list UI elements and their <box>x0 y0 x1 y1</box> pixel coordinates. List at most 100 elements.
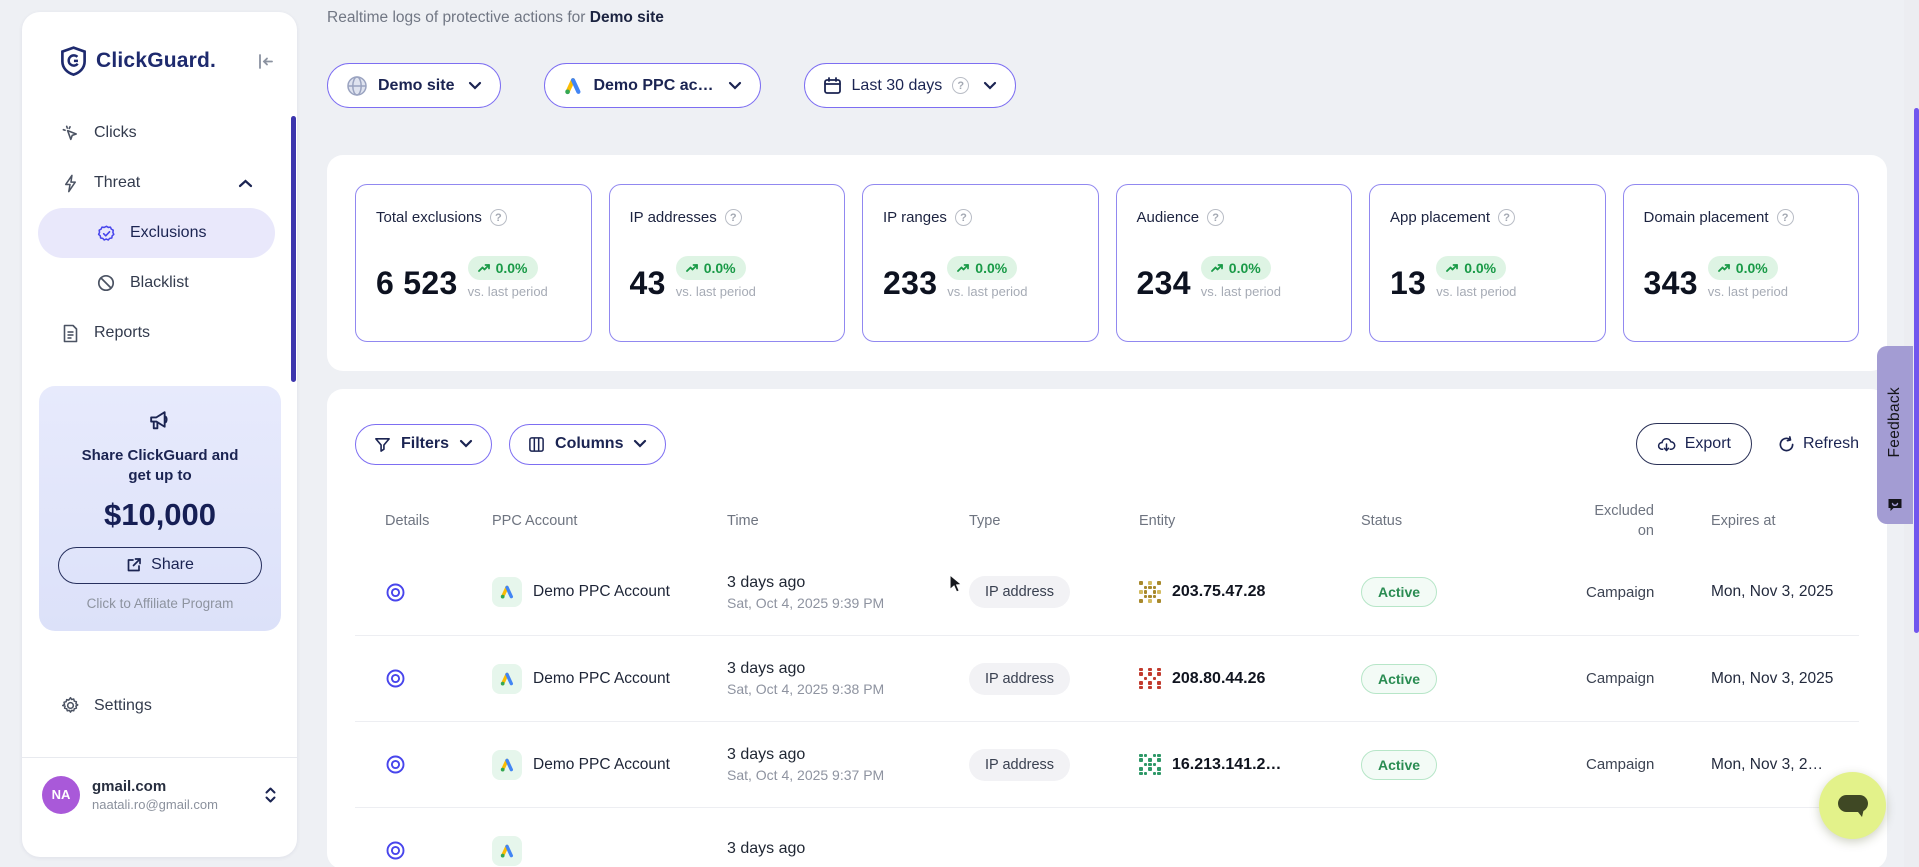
ppc-account-selector[interactable]: Demo PPC ac… <box>544 63 760 108</box>
share-button-label: Share <box>151 556 194 574</box>
help-icon[interactable]: ? <box>1777 209 1794 226</box>
gear-icon <box>60 696 80 715</box>
stat-card: IP ranges ? 233 0.0% vs. last period <box>862 184 1099 342</box>
stat-title: App placement <box>1390 209 1490 226</box>
stats-section: Total exclusions ? 6 523 0.0% vs. last p… <box>327 155 1887 371</box>
sidebar-item-label: Clicks <box>94 124 137 142</box>
help-icon[interactable]: ? <box>955 209 972 226</box>
stat-card: Total exclusions ? 6 523 0.0% vs. last p… <box>355 184 592 342</box>
lightning-icon <box>60 174 80 193</box>
clickguard-logo-icon <box>60 46 87 76</box>
columns-button[interactable]: Columns <box>509 424 666 465</box>
stat-title: IP addresses <box>630 209 717 226</box>
excluded-on-value: Campaign <box>1586 670 1706 687</box>
sidebar-item-threat[interactable]: Threat <box>22 158 281 208</box>
stat-delta-value: 0.0% <box>496 260 528 276</box>
google-ads-icon <box>492 750 522 780</box>
entity-value: 203.75.47.28 <box>1172 583 1265 601</box>
filters-button[interactable]: Filters <box>355 424 492 465</box>
sidebar-scrollbar-thumb[interactable] <box>291 116 296 382</box>
google-ads-icon <box>492 836 522 866</box>
date-range-label: Last 30 days <box>852 77 943 95</box>
stat-card: Audience ? 234 0.0% vs. last period <box>1116 184 1353 342</box>
eye-icon[interactable] <box>385 840 406 861</box>
eye-icon[interactable] <box>385 582 406 603</box>
excluded-on-value: Campaign <box>1586 756 1706 773</box>
stat-caption: vs. last period <box>468 284 548 299</box>
site-selector-label: Demo site <box>378 77 454 95</box>
stat-value: 43 <box>630 267 666 299</box>
stat-delta-badge: 0.0% <box>1201 256 1271 280</box>
sidebar-item-exclusions[interactable]: Exclusions <box>38 208 275 258</box>
cursor-click-icon <box>60 124 80 143</box>
column-header: Type <box>969 513 1139 529</box>
stat-delta-value: 0.0% <box>1229 260 1261 276</box>
refresh-button[interactable]: Refresh <box>1778 435 1859 453</box>
chevron-down-icon <box>728 81 742 90</box>
help-icon[interactable]: ? <box>1498 209 1515 226</box>
export-button[interactable]: Export <box>1636 423 1752 465</box>
table-row: Demo PPC Account 3 days ago Sat, Oct 4, … <box>355 721 1859 807</box>
trend-up-icon <box>957 263 970 273</box>
time-relative: 3 days ago <box>727 660 969 678</box>
sidebar-item-label: Reports <box>94 324 150 342</box>
user-name: gmail.com <box>92 778 218 795</box>
help-icon[interactable]: ? <box>952 77 969 94</box>
collapse-sidebar-icon[interactable] <box>256 52 275 71</box>
help-icon[interactable]: ? <box>1207 209 1224 226</box>
stat-card: IP addresses ? 43 0.0% vs. last period <box>609 184 846 342</box>
feedback-tab[interactable]: Feedback <box>1877 346 1913 524</box>
stat-title: Total exclusions <box>376 209 482 226</box>
subtitle-prefix: Realtime logs of protective actions for <box>327 9 590 26</box>
page-scrollbar-thumb[interactable] <box>1914 108 1919 633</box>
user-email: naatali.ro@gmail.com <box>92 797 218 812</box>
time-relative: 3 days ago <box>727 746 969 764</box>
sidebar-item-settings[interactable]: Settings <box>22 681 281 731</box>
status-badge: Active <box>1361 577 1437 607</box>
main-content: Realtime logs of protective actions for … <box>327 0 1880 867</box>
help-icon[interactable]: ? <box>725 209 742 226</box>
ppc-account-name: Demo PPC Account <box>533 670 670 688</box>
stat-title: IP ranges <box>883 209 947 226</box>
stat-card: App placement ? 13 0.0% vs. last period <box>1369 184 1606 342</box>
columns-icon <box>528 436 545 453</box>
stat-value: 234 <box>1137 267 1191 299</box>
user-menu[interactable]: NA gmail.com naatali.ro@gmail.com <box>22 758 297 814</box>
badge-check-icon <box>96 224 116 243</box>
promo-text: Share ClickGuard and get up to <box>70 446 250 487</box>
stat-delta-badge: 0.0% <box>1436 256 1506 280</box>
sidebar-item-blacklist[interactable]: Blacklist <box>22 258 281 308</box>
sidebar-item-clicks[interactable]: Clicks <box>22 108 281 158</box>
calendar-icon <box>823 76 842 95</box>
trend-up-icon <box>1446 263 1459 273</box>
ppc-account-name: Demo PPC Account <box>533 756 670 774</box>
trend-up-icon <box>478 263 491 273</box>
chat-launcher-button[interactable] <box>1819 772 1886 839</box>
affiliate-promo-card[interactable]: Share ClickGuard and get up to $10,000 S… <box>39 386 281 631</box>
share-button[interactable]: Share <box>58 547 262 584</box>
entity-identicon <box>1139 581 1161 603</box>
chevron-down-icon <box>459 435 473 453</box>
type-badge: IP address <box>969 663 1070 695</box>
site-selector[interactable]: Demo site <box>327 63 501 108</box>
stat-delta-badge: 0.0% <box>468 256 538 280</box>
sidebar-item-label: Blacklist <box>130 274 189 292</box>
date-range-selector[interactable]: Last 30 days ? <box>804 63 1017 108</box>
page-subtitle: Realtime logs of protective actions for … <box>327 9 1880 27</box>
cloud-download-icon <box>1657 436 1676 453</box>
trend-up-icon <box>1718 263 1731 273</box>
time-absolute: Sat, Oct 4, 2025 9:39 PM <box>727 595 969 611</box>
stat-card: Domain placement ? 343 0.0% vs. last per… <box>1623 184 1860 342</box>
sidebar-item-reports[interactable]: Reports <box>22 308 281 358</box>
entity-identicon <box>1139 668 1161 690</box>
stat-delta-badge: 0.0% <box>676 256 746 280</box>
eye-icon[interactable] <box>385 668 406 689</box>
help-icon[interactable]: ? <box>490 209 507 226</box>
eye-icon[interactable] <box>385 754 406 775</box>
stat-delta-value: 0.0% <box>704 260 736 276</box>
chevron-down-icon <box>468 81 482 90</box>
feedback-label: Feedback <box>1886 387 1904 457</box>
external-link-icon <box>126 557 142 573</box>
subtitle-site-name: Demo site <box>590 9 664 26</box>
funnel-icon <box>374 436 391 453</box>
